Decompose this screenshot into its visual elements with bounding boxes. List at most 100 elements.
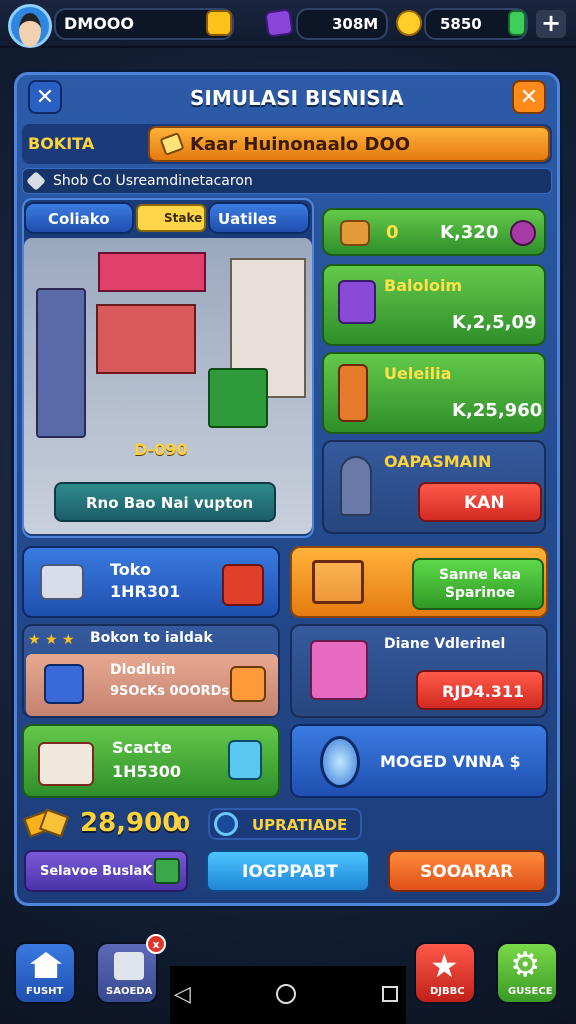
box-count: 0 xyxy=(386,222,399,243)
row-banner[interactable]: Kaar Huinonaalo DOO xyxy=(148,126,550,162)
counter-icon xyxy=(96,304,196,374)
toko-card[interactable]: Toko 1HR301 xyxy=(22,546,280,618)
tab-coliako-label: Coliako xyxy=(48,210,110,228)
badge-icon xyxy=(154,858,180,884)
start-button-label: SOOARAR xyxy=(420,862,514,882)
notification-badge: x xyxy=(146,934,166,954)
box-value: K,320 xyxy=(440,222,499,243)
close-icon[interactable]: ✕ xyxy=(512,80,546,114)
capital-card: OAPASMAIN KAN xyxy=(322,440,546,534)
bucket-icon xyxy=(228,740,262,780)
refresh-icon xyxy=(214,812,238,836)
cart-card: Sanne kaa Sparinoe xyxy=(290,546,548,618)
system-nav-bar: ◁ xyxy=(170,966,406,1024)
item-1-title: Baloloim xyxy=(384,276,463,295)
row-banner-text: Kaar Huinonaalo DOO xyxy=(190,134,411,155)
toko-name: Toko xyxy=(110,560,151,579)
row-label: BOKITA xyxy=(28,134,95,153)
info-icon xyxy=(26,171,46,191)
chest-icon[interactable] xyxy=(206,10,232,36)
item-1-card[interactable]: Baloloim K,2,5,09 xyxy=(322,264,546,346)
nav-settings[interactable]: ⚙ GUSECE xyxy=(496,942,558,1004)
crate-icon xyxy=(38,742,94,786)
home-circle-icon[interactable] xyxy=(276,984,296,1004)
currency-1-value: 308M xyxy=(332,15,379,33)
upgrade-button[interactable]: UPRATIADE xyxy=(208,808,362,840)
support-button[interactable]: IOGPPABT xyxy=(206,850,370,892)
item-2-title: Ueleilia xyxy=(384,364,452,383)
box-stack-icon xyxy=(40,564,84,600)
cart-button[interactable]: Sanne kaa Sparinoe xyxy=(412,558,544,610)
floor-price: D-090 xyxy=(134,440,188,459)
start-button[interactable]: SOOARAR xyxy=(388,850,546,892)
tab-coliako[interactable]: Coliako xyxy=(24,202,134,234)
player-name: DMOOO xyxy=(64,14,135,33)
capital-title: OAPASMAIN xyxy=(384,452,492,471)
trophy-icon xyxy=(338,364,368,422)
nav-home[interactable]: FUSHT xyxy=(14,942,76,1004)
home-icon xyxy=(30,952,62,978)
box-icon xyxy=(340,220,370,246)
store-scene: D-090 Rno Bao Nai vupton xyxy=(24,238,312,534)
store-action-label: Rno Bao Nai vupton xyxy=(86,494,254,512)
item-2-value: K,25,960 xyxy=(452,400,543,421)
present-icon xyxy=(230,666,266,702)
coin-suffix: 0 xyxy=(176,812,190,836)
upgrade-label: UPRATIADE xyxy=(252,816,348,834)
store-action-button[interactable]: Rno Bao Nai vupton xyxy=(54,482,276,522)
mirror-label: MOGED VNNA $ xyxy=(380,752,521,771)
stock-card[interactable]: Scacte 1H5300 xyxy=(22,724,280,798)
nav-events-label: DJBBC xyxy=(430,986,465,997)
nav-events[interactable]: ★ DJBBC xyxy=(414,942,476,1004)
tab-badge-label: Stake xyxy=(164,211,203,225)
box-card[interactable]: 0 K,320 xyxy=(322,208,546,256)
back-icon[interactable]: ◁ xyxy=(174,982,191,1007)
gear-icon: ⚙ xyxy=(510,945,541,985)
tab-uatiles[interactable]: Uatiles xyxy=(208,202,310,234)
panel-title: SIMULASI BISNISIA xyxy=(190,86,404,110)
capital-button-label: KAN xyxy=(464,493,505,513)
stock-title: Scacte xyxy=(112,738,172,757)
tab-uatiles-label: Uatiles xyxy=(218,210,277,228)
mirror-card[interactable]: MOGED VNNA $ xyxy=(290,724,548,798)
currency-1-pill: 308M xyxy=(296,8,388,40)
currency-2-value: 5850 xyxy=(440,15,482,33)
recents-icon[interactable] xyxy=(382,986,398,1002)
gift-box-icon xyxy=(44,664,84,704)
register-icon xyxy=(114,952,144,980)
vendor-title: Diane Vdlerinel xyxy=(384,636,506,652)
gem-icon xyxy=(508,10,526,36)
tab-badge[interactable]: Stake xyxy=(136,204,206,232)
joystick-icon xyxy=(340,456,372,516)
tag-icon xyxy=(159,132,185,156)
info-text: Shob Co Usreamdinetacaron xyxy=(53,173,253,189)
bonus-inner[interactable]: Dlodluin 9SOcKs 0OORDs xyxy=(26,654,278,716)
item-2-card[interactable]: Ueleilia K,25,960 xyxy=(322,352,546,434)
item-1-value: K,2,5,09 xyxy=(452,312,537,333)
mirror-icon xyxy=(320,736,360,788)
ticket-icon xyxy=(264,8,294,38)
business-button[interactable]: Selavoe BuslaK xyxy=(24,850,188,892)
business-button-label: Selavoe BuslaK xyxy=(40,864,153,879)
info-bar: Shob Co Usreamdinetacaron xyxy=(22,168,552,194)
nav-home-label: FUSHT xyxy=(26,986,64,997)
fruit-crate-icon xyxy=(222,564,264,606)
close-icon[interactable]: ✕ xyxy=(28,80,62,114)
toko-value: 1HR301 xyxy=(110,582,181,601)
bonus-card: ★ ★ ★ Bokon to ialdak Dlodluin 9SOcKs 0O… xyxy=(22,624,280,718)
orb-icon xyxy=(510,220,536,246)
vending-machine-icon xyxy=(36,288,86,438)
nav-settings-label: GUSECE xyxy=(508,986,553,997)
player-avatar[interactable] xyxy=(8,4,52,48)
vendor-price-button[interactable]: RJD4.311 xyxy=(416,670,544,710)
cart-icon xyxy=(312,560,364,604)
star-icon: ★ ★ ★ xyxy=(28,632,75,648)
coin-total: 28,900 xyxy=(80,808,181,838)
basket-icon xyxy=(338,280,376,324)
capital-button[interactable]: KAN xyxy=(418,482,542,522)
trash-bin-icon xyxy=(208,368,268,428)
add-currency-button[interactable]: + xyxy=(536,10,566,38)
vendor-price: RJD4.311 xyxy=(442,682,525,701)
coin-icon xyxy=(396,10,422,36)
bonus-line-2: 9SOcKs 0OORDs xyxy=(110,684,230,699)
